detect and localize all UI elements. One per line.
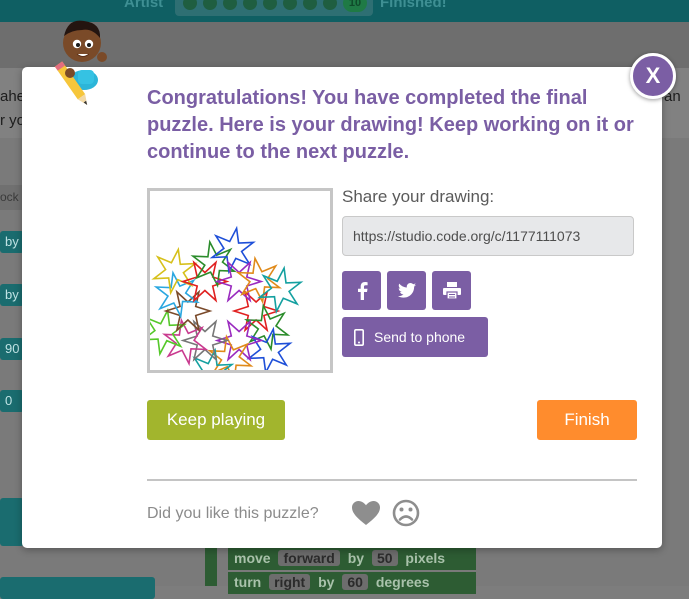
block-value[interactable]: 50 <box>371 550 398 566</box>
block-verb: turn <box>234 574 262 590</box>
print-icon <box>442 282 461 299</box>
progress-dot <box>183 0 197 10</box>
block-unit: pixels <box>405 550 446 566</box>
progress-dot <box>323 0 337 10</box>
facebook-icon <box>357 281 368 300</box>
close-button[interactable]: X <box>630 53 676 99</box>
share-title: Share your drawing: <box>342 187 495 206</box>
finish-button[interactable]: Finish <box>537 400 637 440</box>
twitter-icon <box>397 283 416 298</box>
progress-dot <box>223 0 237 10</box>
artwork-star <box>214 260 264 303</box>
artwork-star <box>257 265 304 315</box>
drawing-artwork <box>150 225 304 370</box>
toolbox-block[interactable] <box>0 577 155 599</box>
header-app-label: Artist <box>124 0 164 11</box>
send-to-phone-label: Send to phone <box>374 329 466 345</box>
block-value[interactable]: 60 <box>342 574 368 590</box>
heart-icon[interactable] <box>351 500 381 526</box>
frown-icon[interactable] <box>392 499 420 527</box>
phone-icon <box>354 328 364 346</box>
progress-dot <box>203 0 217 10</box>
block-text: by <box>5 287 19 302</box>
block-dropdown[interactable]: forward <box>278 550 340 566</box>
artist-avatar <box>54 20 107 105</box>
toolbox-label: ock <box>0 190 19 204</box>
block-dropdown[interactable]: right <box>269 574 311 590</box>
artwork-star <box>163 289 213 333</box>
workspace-block-turn[interactable]: turn right by 60 degrees <box>228 572 476 594</box>
feedback-question: Did you like this puzzle? <box>147 505 319 522</box>
header-finished-label: Finished! <box>380 0 447 11</box>
toolbox-block[interactable] <box>0 498 24 546</box>
block-verb: move <box>234 550 271 566</box>
block-by: by <box>318 574 335 590</box>
print-button[interactable] <box>432 271 471 310</box>
dialog-headline: Congratulations! You have completed the … <box>147 87 634 163</box>
toolbox-block[interactable]: by <box>0 284 24 306</box>
send-to-phone-button[interactable]: Send to phone <box>342 317 488 357</box>
block-text: 0 <box>5 393 13 408</box>
progress-dot <box>303 0 317 10</box>
completion-dialog: Congratulations! You have completed the … <box>22 67 662 548</box>
artwork-star <box>231 289 281 333</box>
workspace-block-move[interactable]: move forward by 50 pixels <box>228 548 476 570</box>
progress-dot <box>283 0 297 10</box>
toolbox-block[interactable]: by <box>0 231 24 253</box>
toolbox-block[interactable]: 0 <box>0 390 24 412</box>
twitter-share-button[interactable] <box>387 271 426 310</box>
block-text: 90 <box>5 341 20 356</box>
progress-dot <box>243 0 257 10</box>
keep-playing-button[interactable]: Keep playing <box>147 400 285 440</box>
workspace-block-stack <box>205 548 217 586</box>
block-by: by <box>347 550 365 566</box>
block-text: by <box>5 234 19 249</box>
drawing-preview <box>147 188 333 373</box>
share-url-field[interactable] <box>342 216 634 256</box>
current-puzzle-badge: 10 <box>343 0 367 12</box>
block-unit: degrees <box>375 574 430 590</box>
progress-dot <box>263 0 277 10</box>
artwork-star <box>151 246 198 296</box>
toolbox-block[interactable]: 90 <box>0 338 24 360</box>
facebook-share-button[interactable] <box>342 271 381 310</box>
puzzle-progress: 10 <box>175 0 373 16</box>
dialog-divider <box>147 479 637 481</box>
